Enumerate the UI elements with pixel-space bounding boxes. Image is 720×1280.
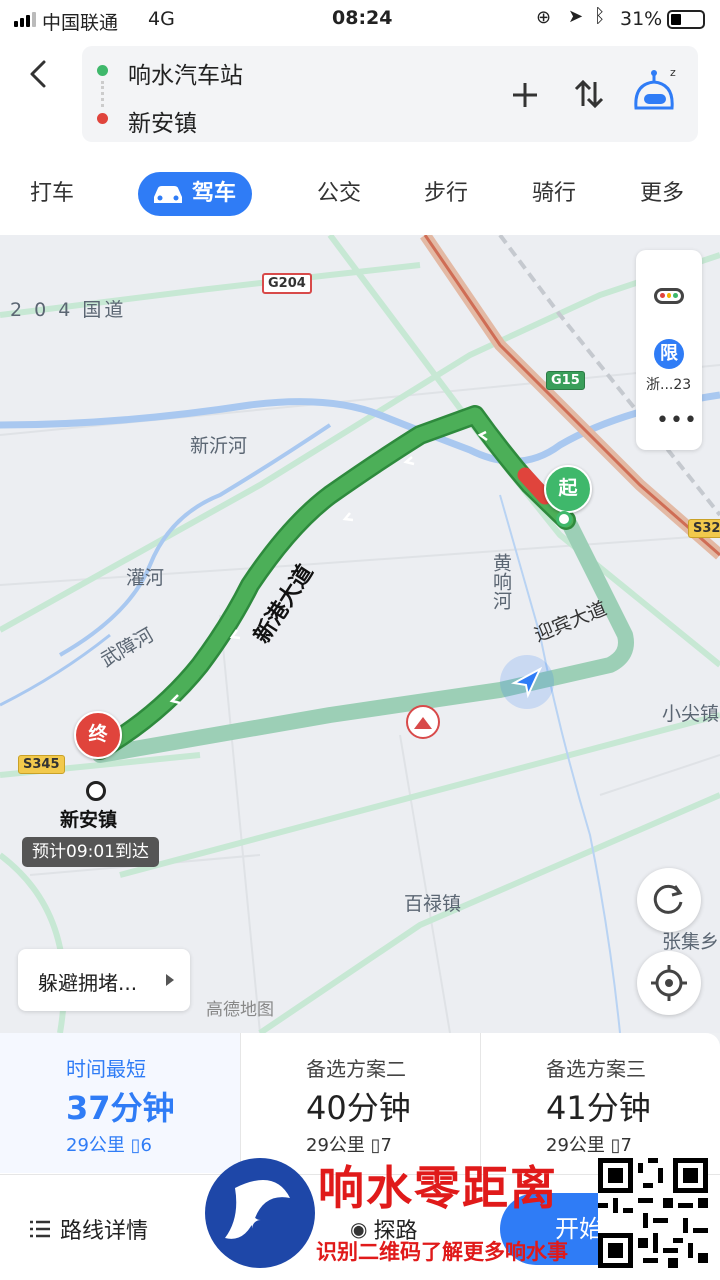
map-canvas — [0, 235, 720, 1033]
tab-taxi[interactable]: 打车 — [30, 172, 74, 216]
destination-field[interactable]: 新安镇 — [128, 104, 197, 138]
origin-field[interactable]: 响水汽车站 — [128, 56, 243, 90]
route-option-2-time: 40分钟 — [306, 1089, 411, 1127]
watermark-subtitle: 识别二维码了解更多响水事 — [316, 1240, 568, 1264]
label-huangxiang-river: 黄响河 — [490, 553, 512, 610]
destination-dot — [97, 113, 108, 124]
refresh-button[interactable] — [637, 868, 701, 932]
battery-icon — [667, 10, 705, 29]
start-point — [556, 511, 572, 527]
svg-text:z: z — [670, 66, 676, 79]
route-details-button[interactable]: 路线详情 — [28, 1209, 148, 1249]
back-button[interactable] — [24, 54, 54, 94]
battery-percent: 31% — [620, 8, 663, 30]
label-destination-town: 新安镇 — [60, 809, 118, 831]
location-arrow-icon: ➤ — [568, 6, 584, 27]
avoid-congestion-button[interactable]: 躲避拥堵... — [18, 949, 190, 1011]
origin-dot — [97, 65, 108, 76]
tab-walk[interactable]: 步行 — [424, 172, 468, 216]
current-location-icon — [500, 655, 554, 709]
chevron-left-icon — [30, 60, 46, 88]
route-option-1-label: 时间最短 — [66, 1057, 146, 1081]
map-side-panel: 限 浙...23 ••• — [636, 250, 702, 450]
label-xiaojian: 小尖镇 — [662, 703, 720, 725]
tab-more[interactable]: 更多 — [640, 172, 684, 216]
traffic-light-icon: ▯ — [130, 1135, 141, 1156]
traffic-limit-badge[interactable]: 限 — [654, 339, 684, 369]
watermark-qr-code — [598, 1158, 708, 1268]
rotation-lock-icon: ⊕ — [536, 7, 552, 28]
more-options-icon[interactable]: ••• — [656, 408, 698, 433]
route-option-3-lights: 7 — [620, 1135, 632, 1156]
tab-transit[interactable]: 公交 — [317, 172, 361, 216]
refresh-icon — [653, 884, 683, 914]
label-guan-river: 灌河 — [126, 567, 165, 589]
traffic-toggle-icon[interactable] — [654, 288, 684, 304]
svg-text:✦: ✦ — [243, 1209, 261, 1234]
end-point — [86, 781, 106, 801]
assistant-button[interactable]: z — [630, 66, 680, 118]
watermark-logo: ✦ — [205, 1158, 315, 1268]
start-marker[interactable]: 起 — [544, 465, 592, 513]
list-icon — [30, 1220, 50, 1238]
route-connector — [101, 81, 107, 107]
route-option-3-meta: 29公里 ▯7 — [546, 1131, 632, 1157]
tab-drive[interactable]: 驾车 — [138, 172, 253, 216]
car-icon — [154, 186, 182, 203]
route-input-box: 响水汽车站 新安镇 z — [82, 46, 698, 142]
route-option-3-label: 备选方案三 — [546, 1057, 646, 1081]
clock: 08:24 — [332, 7, 393, 29]
signal-icon — [14, 12, 36, 27]
watermark-title: 响水零距离 — [318, 1161, 558, 1215]
eta-badge: 预计09:01到达 — [22, 837, 159, 867]
shield-s32x: S32 — [688, 519, 720, 538]
plus-icon — [513, 83, 537, 107]
map-view[interactable]: 2 0 4 国道 新沂河 灌河 武障河 黄响河 迎宾大道 新港大道 小尖镇 百禄… — [0, 235, 720, 1033]
route-option-2-label: 备选方案二 — [306, 1057, 406, 1081]
end-marker[interactable]: 终 — [74, 711, 122, 759]
tab-bike[interactable]: 骑行 — [532, 172, 576, 216]
swap-icon — [574, 79, 604, 109]
shield-g15: G15 — [546, 371, 585, 390]
traffic-light-icon: ▯ — [610, 1135, 621, 1156]
route-option-1-meta: 29公里 ▯6 — [66, 1131, 152, 1157]
label-xinyi-river: 新沂河 — [190, 435, 248, 457]
travel-mode-tabs: 打车 驾车 公交 步行 骑行 更多 — [0, 160, 720, 228]
locate-me-button[interactable] — [637, 951, 701, 1015]
status-bar: 中国联通 4G 08:24 ⊕ ➤ ᛒ 31% — [0, 0, 720, 40]
avoid-congestion-label: 躲避拥堵... — [38, 971, 138, 995]
label-g204-road: 2 0 4 国道 — [10, 299, 127, 321]
robot-assistant-icon: z — [634, 66, 676, 110]
plate-restriction: 浙...23 — [646, 377, 692, 393]
route-option-3-time: 41分钟 — [546, 1089, 651, 1127]
route-option-1-distance: 29公里 — [66, 1135, 125, 1156]
route-option-1-lights: 6 — [140, 1135, 152, 1156]
add-waypoint-button[interactable] — [508, 78, 542, 112]
brand-logo: 高德地图 — [206, 1000, 274, 1020]
route-option-1-time: 37分钟 — [66, 1089, 175, 1127]
shield-g204: G204 — [262, 273, 312, 294]
route-details-label: 路线详情 — [60, 1219, 149, 1244]
caret-right-icon — [166, 974, 174, 986]
tab-drive-label: 驾车 — [192, 181, 237, 206]
shield-s345: S345 — [18, 755, 65, 774]
carrier-name: 中国联通 — [42, 12, 119, 34]
crosshair-icon — [651, 965, 687, 1001]
road-construction-icon[interactable] — [406, 705, 440, 739]
swap-route-button[interactable] — [572, 76, 606, 112]
route-header: 响水汽车站 新安镇 z 打车 驾车 公交 步行 骑行 更多 — [0, 40, 720, 235]
bluetooth-icon: ᛒ — [594, 5, 606, 27]
label-bailu: 百禄镇 — [404, 893, 462, 915]
route-option-1[interactable]: 时间最短 37分钟 29公里 ▯6 — [0, 1033, 240, 1173]
network-type: 4G — [148, 8, 175, 30]
